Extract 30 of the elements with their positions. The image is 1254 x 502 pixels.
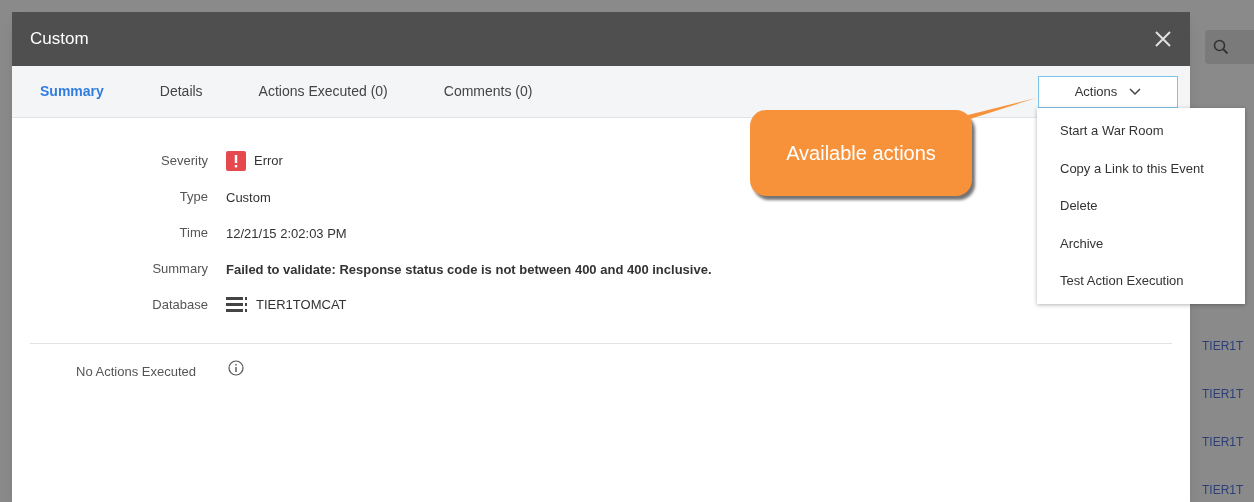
menu-item[interactable]: Copy a Link to this Event [1037, 149, 1245, 187]
tab[interactable]: Comments (0) [443, 81, 533, 102]
field-value: Error [254, 151, 283, 170]
search-field[interactable] [1205, 30, 1254, 64]
field-label: Database [151, 295, 208, 314]
search-icon [1213, 39, 1229, 55]
chevron-down-icon [1129, 87, 1142, 96]
actions-dropdown-button[interactable]: Actions [1038, 75, 1178, 108]
tab[interactable]: Actions Executed (0) [258, 81, 388, 102]
menu-item[interactable]: Archive [1037, 224, 1245, 262]
database-icon [226, 295, 248, 314]
field-value: Failed to validate: Response status code is not between 400 and 400 inclusive. [226, 261, 712, 277]
info-icon [228, 360, 244, 376]
close-icon[interactable] [1154, 30, 1172, 48]
callout-text: Available actions [786, 141, 936, 166]
error-icon [226, 150, 246, 171]
no-actions-label: No Actions Executed [75, 363, 196, 382]
dialog-title: Custom [30, 28, 89, 51]
tab[interactable]: Details [159, 81, 203, 102]
field-value: TIER1TOMCAT [256, 295, 347, 314]
tab[interactable]: Summary [40, 81, 104, 102]
menu-item[interactable]: Start a War Room [1037, 112, 1245, 150]
field-label: Summary [151, 259, 208, 278]
field-value: Custom [226, 189, 271, 205]
menu-item[interactable]: Delete [1037, 187, 1245, 225]
field-value: 12/21/15 2:02:03 PM [226, 225, 347, 241]
menu-item[interactable]: Test Action Execution [1037, 262, 1245, 300]
field-label: Time [178, 223, 208, 242]
field-label: Severity [160, 151, 208, 170]
field-label: Type [178, 187, 208, 206]
